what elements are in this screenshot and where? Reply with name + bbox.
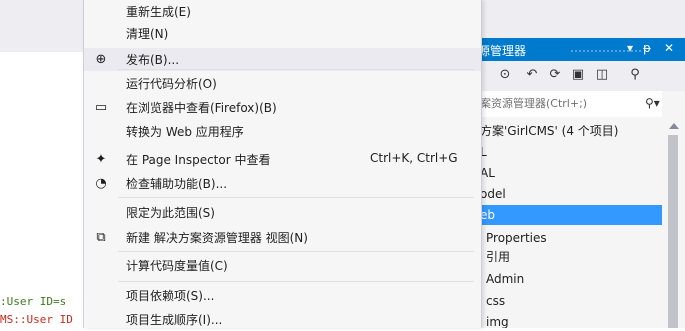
scrollbar-thumb[interactable] xyxy=(668,135,678,328)
tree-node-label: eb xyxy=(480,208,495,222)
chevron-down-icon[interactable]: ▾ xyxy=(627,41,633,55)
collapse-all-icon[interactable]: ▣ xyxy=(570,67,586,83)
properties-wrench-icon[interactable]: ⚲ xyxy=(627,67,643,83)
menu-item[interactable]: ◔ 检查辅助功能(B)... xyxy=(84,172,481,195)
accessibility-check-icon: ◔ xyxy=(95,176,107,191)
menu-separator xyxy=(118,281,474,282)
menu-item[interactable]: 项目依赖项(S)... xyxy=(84,284,481,307)
menu-separator xyxy=(118,251,474,252)
tree-node-label: Admin xyxy=(486,272,525,286)
search-icon[interactable]: ⚲▾ xyxy=(645,96,660,110)
menu-item-label: 新建 解决方案资源管理器 视图(N) xyxy=(126,231,308,245)
menu-item-label: 检查辅助功能(B)... xyxy=(126,177,228,191)
tree-node-label: img xyxy=(486,315,509,328)
menu-item-label: 项目生成顺序(I)... xyxy=(126,313,223,327)
menu-item-label: 运行代码分析(O) xyxy=(126,77,217,91)
tree-node-label: AL xyxy=(480,166,495,180)
sync-icon[interactable]: ⊙ xyxy=(497,67,513,83)
menu-item[interactable]: 重新生成(E) xyxy=(84,0,481,23)
menu-item-label: 转换为 Web 应用程序 xyxy=(126,125,244,139)
menu-item[interactable]: 限定为此范围(S) xyxy=(84,201,481,224)
menu-item[interactable]: 运行代码分析(O) xyxy=(84,72,481,95)
tree-node-label: Properties xyxy=(486,231,547,245)
menu-item-label: 发布(B)... xyxy=(126,53,180,67)
menu-separator xyxy=(118,197,474,198)
refresh-icon[interactable]: ⟳ xyxy=(547,67,563,83)
back-icon[interactable]: ↶ xyxy=(524,67,540,83)
menu-item-label: 在 Page Inspector 中查看 xyxy=(126,153,271,167)
close-icon[interactable]: ✕ xyxy=(664,41,674,55)
pin-icon[interactable]: ᵽ xyxy=(643,41,651,55)
menu-item-label: 项目依赖项(S)... xyxy=(126,289,215,303)
tree-node-label: odel xyxy=(480,187,506,201)
page-inspector-icon: ✦ xyxy=(95,152,107,167)
menu-item[interactable]: 清理(N) xyxy=(84,22,481,45)
menu-item[interactable]: ⧉ 新建 解决方案资源管理器 视图(N) xyxy=(84,226,481,249)
menu-item-label: 限定为此范围(S) xyxy=(126,206,215,220)
tree-node-label: 方案'GirlCMS' (4 个项目) xyxy=(480,124,619,138)
menu-item-label: 计算代码度量值(C) xyxy=(126,259,228,273)
panel-title: 源管理器 xyxy=(478,44,527,58)
vertical-scrollbar[interactable] xyxy=(662,117,685,328)
tree-node-label: 引用 xyxy=(486,250,511,264)
show-all-files-icon[interactable]: ◫ xyxy=(594,67,610,83)
menu-item-label: 重新生成(E) xyxy=(126,5,191,19)
menu-item-label: 清理(N) xyxy=(126,27,169,41)
view-in-browser-icon: ▭ xyxy=(94,100,108,115)
context-menu: 重新生成(E) 清理(N) ⊕ 发布(B)... 运行代码分析(O) ▭ 在浏览器中查看(F… xyxy=(83,0,482,328)
search-input[interactable] xyxy=(480,95,630,111)
tree-node-label: css xyxy=(486,294,506,308)
menu-separator xyxy=(118,69,474,70)
menu-item[interactable]: 计算代码度量值(C) xyxy=(84,254,481,277)
menu-item[interactable]: ▭ 在浏览器中查看(Firefox)(B) xyxy=(84,96,481,119)
menu-item-label: 在浏览器中查看(Firefox)(B) xyxy=(126,101,277,115)
menu-item-shortcut: Ctrl+K, Ctrl+G xyxy=(370,151,458,165)
new-solution-explorer-view-icon: ⧉ xyxy=(96,230,106,245)
scroll-up-icon[interactable] xyxy=(669,123,679,129)
menu-item[interactable]: ⊕ 发布(B)... xyxy=(84,48,481,71)
menu-item[interactable]: ✦ 在 Page Inspector 中查看 Ctrl+K, Ctrl+G xyxy=(84,148,481,171)
publish-globe-icon: ⊕ xyxy=(95,52,107,67)
menu-item[interactable]: 转换为 Web 应用程序 xyxy=(84,120,481,143)
